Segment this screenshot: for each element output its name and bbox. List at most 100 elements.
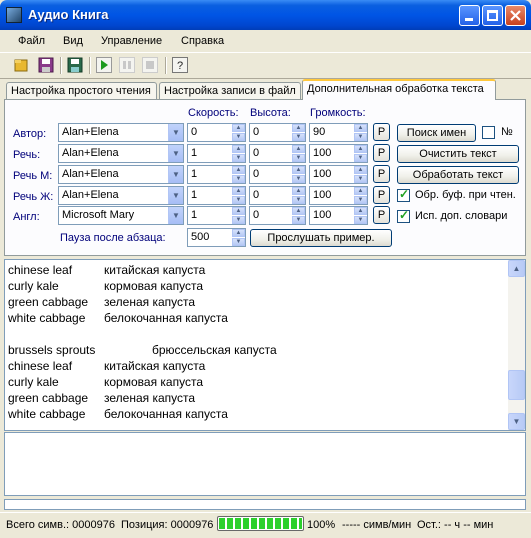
listen-sample-button[interactable]: Прослушать пример. xyxy=(250,229,392,247)
spin-down-icon[interactable]: ▼ xyxy=(354,133,367,141)
pitch-stepper-speech-female[interactable]: 0 ▲ ▼ xyxy=(249,186,306,205)
tab-simple-reading[interactable]: Настройка простого чтения xyxy=(6,82,157,99)
speed-stepper-speech-female[interactable]: 1 ▲ ▼ xyxy=(187,186,246,205)
spin-down-icon[interactable]: ▼ xyxy=(292,216,305,224)
svg-text:?: ? xyxy=(177,60,183,72)
spin-down-icon[interactable]: ▼ xyxy=(292,175,305,183)
save-audio-icon[interactable] xyxy=(67,57,83,73)
spin-down-icon[interactable]: ▼ xyxy=(232,196,245,204)
speed-stepper-speech-male[interactable]: 1 ▲ ▼ xyxy=(187,165,246,184)
text-editor[interactable]: chinese leaf китайская капуста curly kale… xyxy=(4,259,526,431)
menu-help[interactable]: Справка xyxy=(181,35,224,47)
open-icon[interactable] xyxy=(13,57,29,73)
spin-down-icon[interactable]: ▼ xyxy=(232,175,245,183)
tab-file-recording[interactable]: Настройка записи в файл xyxy=(159,82,301,99)
voice-select-english[interactable]: Microsoft Mary ▼ xyxy=(58,206,184,225)
process-text-button[interactable]: Обработать текст xyxy=(397,166,519,184)
chevron-down-icon[interactable]: ▼ xyxy=(168,166,183,183)
voice-select-speech[interactable]: Alan+Elena ▼ xyxy=(58,144,184,163)
toolbar: ? xyxy=(0,53,531,79)
minimize-button[interactable] xyxy=(459,5,480,26)
output-text-area[interactable] xyxy=(4,432,526,496)
pitch-stepper-speech-male[interactable]: 0 ▲ ▼ xyxy=(249,165,306,184)
preview-button-speech[interactable]: P xyxy=(373,144,390,162)
spin-down-icon[interactable]: ▼ xyxy=(292,154,305,162)
pitch-stepper-author[interactable]: 0 ▲ ▼ xyxy=(249,123,306,142)
close-button[interactable] xyxy=(505,5,526,26)
clear-text-button[interactable]: Очистить текст xyxy=(397,145,519,163)
time-remaining: Ост.: -- ч -- мин xyxy=(417,519,494,531)
volume-stepper-author[interactable]: 90 ▲ ▼ xyxy=(309,123,368,142)
spin-up-icon[interactable]: ▲ xyxy=(354,145,367,153)
spin-up-icon[interactable]: ▲ xyxy=(292,187,305,195)
spin-down-icon[interactable]: ▼ xyxy=(232,154,245,162)
spin-down-icon[interactable]: ▼ xyxy=(354,196,367,204)
search-names-button[interactable]: Поиск имен xyxy=(397,124,476,142)
menu-control[interactable]: Управление xyxy=(101,35,162,47)
spin-down-icon[interactable]: ▼ xyxy=(354,154,367,162)
spin-up-icon[interactable]: ▲ xyxy=(292,207,305,215)
spin-down-icon[interactable]: ▼ xyxy=(292,196,305,204)
spin-up-icon[interactable]: ▲ xyxy=(232,229,245,237)
menu-file[interactable]: Файл xyxy=(18,35,45,47)
spin-up-icon[interactable]: ▲ xyxy=(232,187,245,195)
title-bar[interactable]: Аудио Книга xyxy=(0,0,531,30)
stop-icon xyxy=(142,57,158,73)
chevron-down-icon[interactable]: ▼ xyxy=(168,145,183,162)
volume-stepper-speech-female[interactable]: 100 ▲ ▼ xyxy=(309,186,368,205)
voice-select-speech-female[interactable]: Alan+Elena ▼ xyxy=(58,186,184,205)
spin-down-icon[interactable]: ▼ xyxy=(354,175,367,183)
horizontal-scrollbar[interactable] xyxy=(4,499,526,510)
pause-stepper[interactable]: 500 ▲ ▼ xyxy=(187,228,246,247)
scroll-thumb[interactable] xyxy=(508,370,525,400)
voice-select-author[interactable]: Alan+Elena ▼ xyxy=(58,123,184,142)
text-line: curly kale кормовая капуста xyxy=(8,279,203,293)
vertical-scrollbar[interactable]: ▲ ▼ xyxy=(508,260,525,430)
spin-down-icon[interactable]: ▼ xyxy=(232,133,245,141)
chevron-down-icon[interactable]: ▼ xyxy=(168,187,183,204)
volume-stepper-speech-male[interactable]: 100 ▲ ▼ xyxy=(309,165,368,184)
speed-stepper-english[interactable]: 1 ▲ ▼ xyxy=(187,206,246,225)
save-icon[interactable] xyxy=(38,57,54,73)
scroll-up-icon[interactable]: ▲ xyxy=(508,260,525,277)
voice-select-speech-male[interactable]: Alan+Elena ▼ xyxy=(58,165,184,184)
preview-button-english[interactable]: P xyxy=(373,206,390,224)
spin-up-icon[interactable]: ▲ xyxy=(232,145,245,153)
spin-up-icon[interactable]: ▲ xyxy=(292,166,305,174)
help-icon[interactable]: ? xyxy=(172,57,188,73)
scroll-down-icon[interactable]: ▼ xyxy=(508,413,525,430)
spin-up-icon[interactable]: ▲ xyxy=(232,124,245,132)
spin-down-icon[interactable]: ▼ xyxy=(354,216,367,224)
spin-up-icon[interactable]: ▲ xyxy=(354,207,367,215)
preview-button-author[interactable]: P xyxy=(373,123,390,141)
volume-stepper-english[interactable]: 100 ▲ ▼ xyxy=(309,206,368,225)
play-icon[interactable] xyxy=(96,57,112,73)
speed-stepper-speech[interactable]: 1 ▲ ▼ xyxy=(187,144,246,163)
number-sign-checkbox[interactable] xyxy=(482,126,495,139)
buffer-processing-checkbox[interactable]: ✓ xyxy=(397,187,410,202)
spin-up-icon[interactable]: ▲ xyxy=(354,124,367,132)
speed-stepper-author[interactable]: 0 ▲ ▼ xyxy=(187,123,246,142)
spin-down-icon[interactable]: ▼ xyxy=(232,216,245,224)
menu-bar: Файл Вид Управление Справка xyxy=(0,30,531,53)
preview-button-speech-female[interactable]: P xyxy=(373,186,390,204)
spin-up-icon[interactable]: ▲ xyxy=(354,166,367,174)
spin-up-icon[interactable]: ▲ xyxy=(292,124,305,132)
maximize-button[interactable] xyxy=(482,5,503,26)
pitch-stepper-speech[interactable]: 0 ▲ ▼ xyxy=(249,144,306,163)
preview-button-speech-male[interactable]: P xyxy=(373,165,390,183)
volume-stepper-speech[interactable]: 100 ▲ ▼ xyxy=(309,144,368,163)
spin-up-icon[interactable]: ▲ xyxy=(292,145,305,153)
chevron-down-icon[interactable]: ▼ xyxy=(168,207,183,224)
spin-up-icon[interactable]: ▲ xyxy=(232,207,245,215)
text-line: green cabbage зеленая капуста xyxy=(8,295,196,309)
spin-up-icon[interactable]: ▲ xyxy=(232,166,245,174)
spin-up-icon[interactable]: ▲ xyxy=(354,187,367,195)
menu-view[interactable]: Вид xyxy=(63,35,83,47)
chevron-down-icon[interactable]: ▼ xyxy=(168,124,183,141)
spin-down-icon[interactable]: ▼ xyxy=(292,133,305,141)
spin-down-icon[interactable]: ▼ xyxy=(232,238,245,246)
pitch-stepper-english[interactable]: 0 ▲ ▼ xyxy=(249,206,306,225)
tab-text-processing[interactable]: Дополнительная обработка текста xyxy=(302,79,496,100)
extra-dicts-checkbox[interactable]: ✓ xyxy=(397,208,410,223)
